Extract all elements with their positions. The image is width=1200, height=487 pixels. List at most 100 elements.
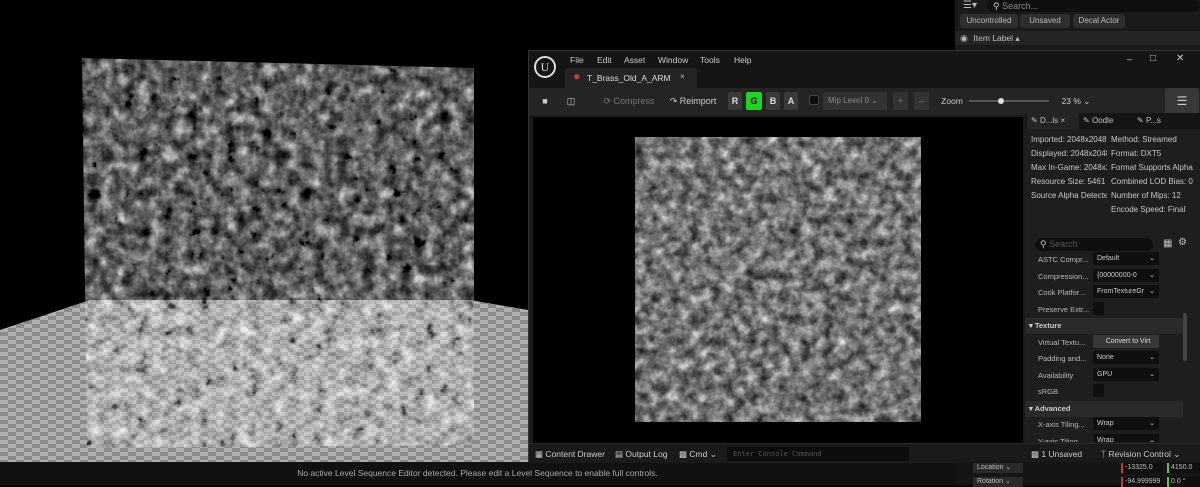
- compress-button[interactable]: ⟳ Compress: [599, 92, 659, 110]
- visibility-eye-icon[interactable]: ◉: [960, 33, 968, 43]
- cmd-dropdown[interactable]: ▩ Cmd ⌄: [679, 444, 717, 464]
- zoom-value: 23 %: [1061, 96, 1081, 106]
- unsaved-label: 1 Unsaved: [1041, 449, 1083, 459]
- rotation-y-input[interactable]: 0.0 °: [1167, 477, 1200, 487]
- hamburger-menu-button[interactable]: ☰: [1165, 88, 1199, 115]
- table-view-icon[interactable]: ▦: [1163, 238, 1172, 249]
- textured-plane: [82, 58, 474, 448]
- reimport-label: Reimport: [679, 96, 717, 106]
- property-dropdown[interactable]: Wrap ⌄: [1093, 417, 1159, 430]
- info-left-1: Displayed: 2048x2048: [1031, 149, 1107, 158]
- property-row: ASTC Compr... Default ⌄: [1025, 252, 1180, 268]
- filter-icon[interactable]: ☰▾: [963, 0, 977, 11]
- texture-section-header[interactable]: ▾ Texture: [1025, 318, 1183, 334]
- tab-details[interactable]: ✎ D...ls ×: [1027, 113, 1079, 129]
- mip-level-dropdown[interactable]: Mip Level 0 ⌄: [823, 92, 887, 110]
- minimize-button[interactable]: –: [1127, 54, 1132, 64]
- menu-tools[interactable]: Tools: [700, 55, 720, 65]
- cmd-label: Cmd: [689, 449, 708, 459]
- details-scrollbar[interactable]: [1183, 313, 1187, 361]
- property-value: GPU: [1097, 370, 1113, 378]
- zoom-slider-thumb[interactable]: [998, 98, 1004, 104]
- menu-file[interactable]: File: [570, 55, 584, 65]
- browse-asset-icon[interactable]: ◫: [563, 92, 579, 110]
- property-label: ASTC Compr...: [1038, 255, 1089, 264]
- close-window-button[interactable]: ✕: [1176, 53, 1184, 64]
- property-dropdown[interactable]: Wrap ⌄: [1093, 433, 1159, 442]
- outliner-panel: ☰▾ ⚲ Search... Uncontrolled Unsaved Deca…: [955, 0, 1200, 50]
- close-tab-icon[interactable]: ×: [680, 72, 685, 81]
- chevron-down-icon: ⌄: [1149, 370, 1155, 378]
- mip-checkbox[interactable]: [809, 95, 819, 105]
- menu-edit[interactable]: Edit: [597, 55, 612, 65]
- filter-decal-actor[interactable]: Decal Actor: [1073, 14, 1125, 28]
- channel-a-button[interactable]: A: [784, 92, 798, 110]
- reimport-button[interactable]: ↷ Reimport: [665, 92, 721, 110]
- asset-tab[interactable]: ✹ T_Brass_Old_A_ARM ×: [565, 68, 697, 88]
- chevron-down-icon: ⌄: [1149, 255, 1155, 262]
- location-x-input[interactable]: -13325.0: [1121, 463, 1163, 473]
- property-dropdown[interactable]: {00000000-0 ⌄: [1093, 268, 1159, 282]
- level-viewport[interactable]: [0, 0, 528, 462]
- property-dropdown[interactable]: None ⌄: [1093, 351, 1159, 364]
- rotation-x-input[interactable]: -94.999999 °: [1121, 477, 1163, 487]
- menu-window[interactable]: Window: [658, 55, 688, 65]
- filter-unsaved[interactable]: Unsaved: [1020, 14, 1070, 28]
- property-checkbox[interactable]: [1093, 384, 1104, 397]
- search-icon: ⚲: [1040, 239, 1047, 249]
- texture-preview-viewport[interactable]: [533, 117, 1023, 443]
- info-left-0: Imported: 2048x2048: [1031, 135, 1107, 144]
- zoom-label: Zoom: [941, 96, 963, 106]
- tab-title: T_Brass_Old_A_ARM: [587, 73, 671, 83]
- property-label: Padding and...: [1038, 354, 1087, 363]
- revision-control-button[interactable]: ᛉ Revision Control ⌄: [1101, 444, 1180, 464]
- location-dropdown[interactable]: Location ⌄: [973, 463, 1023, 473]
- mip-decrease-button[interactable]: –: [914, 92, 929, 110]
- mip-level-value: Mip Level 0: [828, 96, 869, 105]
- channel-g-button[interactable]: G: [746, 92, 762, 110]
- maximize-button[interactable]: □: [1150, 53, 1156, 64]
- save-icon[interactable]: ■: [537, 92, 553, 110]
- menu-help[interactable]: Help: [734, 55, 751, 65]
- mip-increase-button[interactable]: +: [893, 92, 908, 110]
- info-left-4: Source Alpha Detected: [1031, 191, 1107, 200]
- output-log-button[interactable]: ▤ Output Log: [615, 444, 667, 464]
- convert-to-virtual-button[interactable]: Convert to Virt: [1093, 334, 1159, 348]
- property-label: Virtual Textu...: [1038, 337, 1086, 347]
- section-label: ▾ Texture: [1029, 321, 1062, 330]
- rotation-dropdown[interactable]: Rotation ⌄: [973, 477, 1023, 487]
- advanced-section-header[interactable]: ▾ Advanced: [1025, 400, 1183, 417]
- details-panel: ✎ D...ls × ✎ Oodle ✎ P...s Imported: 204…: [1025, 113, 1200, 443]
- texture-asset-icon: ✹: [573, 72, 581, 82]
- property-checkbox[interactable]: [1093, 301, 1104, 315]
- details-search-input[interactable]: ⚲ Search: [1035, 238, 1153, 251]
- content-drawer-button[interactable]: ▦ Content Drawer: [535, 444, 605, 464]
- chevron-down-icon: ⌄: [1149, 420, 1155, 427]
- channel-r-button[interactable]: R: [728, 92, 742, 110]
- info-right-4: Number of Mips: 12: [1111, 191, 1181, 200]
- texture-editor-window: U File Edit Asset Window Tools Help – □ …: [528, 50, 1200, 464]
- property-dropdown[interactable]: GPU ⌄: [1093, 367, 1159, 381]
- property-label: Y-axis Tiling...: [1038, 436, 1084, 443]
- property-label: Compression...: [1038, 271, 1089, 281]
- filter-uncontrolled[interactable]: Uncontrolled: [960, 14, 1018, 28]
- property-dropdown[interactable]: FromTextureGr ⌄: [1093, 285, 1159, 298]
- property-dropdown[interactable]: Default ⌄: [1093, 252, 1159, 265]
- item-label-column-header[interactable]: Item Label ▴: [973, 33, 1019, 43]
- location-y-input[interactable]: 4150.0: [1167, 463, 1200, 473]
- level-details-transform: Location ⌄ -13325.0 4150.0 Rotation ⌄ -9…: [955, 462, 1200, 487]
- zoom-slider[interactable]: [969, 98, 1049, 104]
- outliner-search-input[interactable]: ⚲ Search...: [987, 0, 1200, 12]
- console-command-input[interactable]: Enter Console Command: [727, 447, 909, 461]
- menu-asset[interactable]: Asset: [624, 55, 645, 65]
- channel-b-button[interactable]: B: [766, 92, 780, 110]
- tab-platforms[interactable]: ✎ P...s: [1137, 113, 1161, 129]
- unsaved-button[interactable]: ▩ 1 Unsaved: [1031, 444, 1082, 464]
- settings-gear-icon[interactable]: ⚙: [1178, 237, 1187, 248]
- revision-control-label: Revision Control: [1108, 449, 1171, 459]
- texture-preview: [635, 137, 921, 422]
- tab-oodle[interactable]: ✎ Oodle: [1083, 113, 1113, 129]
- property-value: FromTextureGr: [1097, 288, 1145, 295]
- zoom-value-dropdown[interactable]: 23 % ⌄: [1059, 92, 1093, 110]
- property-label: Availability: [1038, 370, 1074, 380]
